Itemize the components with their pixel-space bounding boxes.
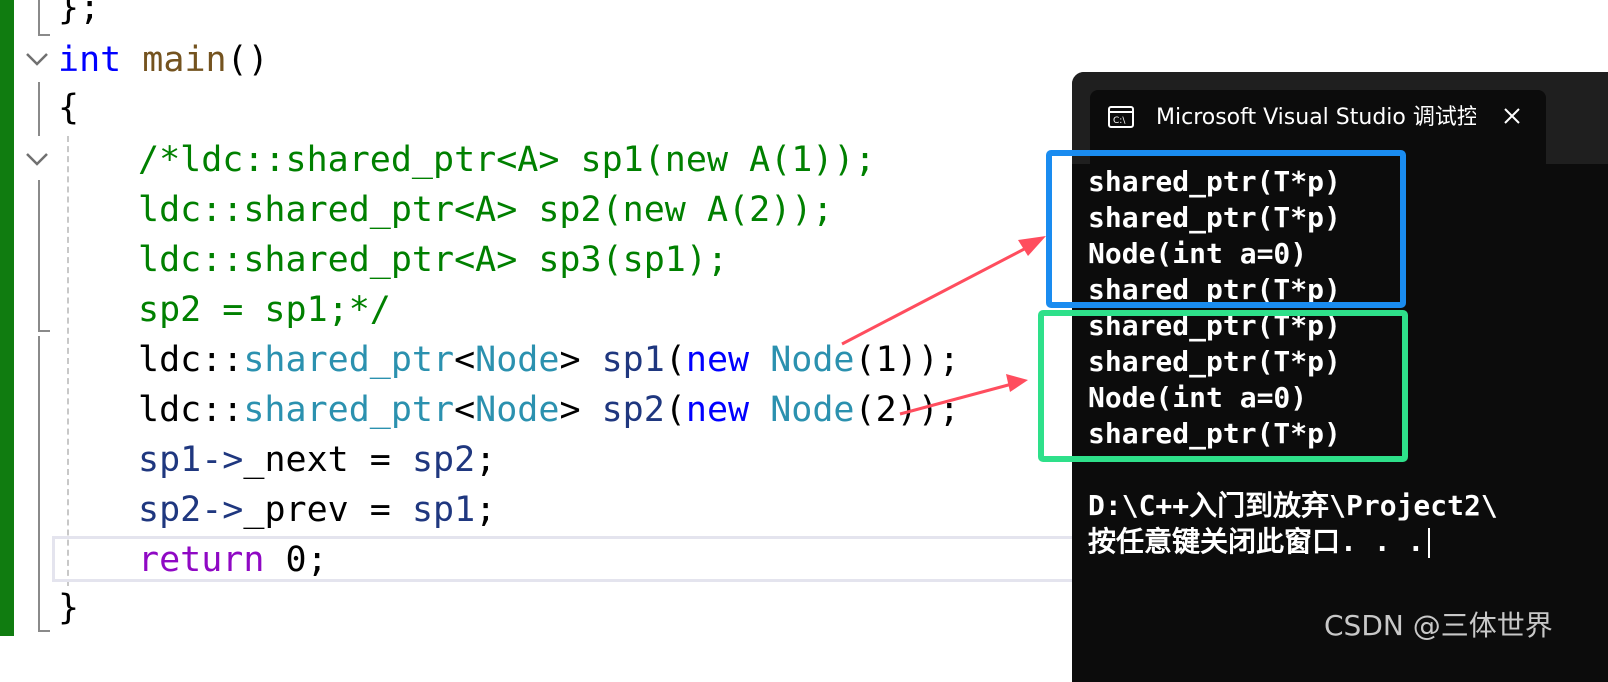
code-token: > bbox=[559, 390, 602, 430]
code-token: _prev bbox=[243, 490, 349, 530]
code-token: () bbox=[226, 40, 269, 80]
code-token: return bbox=[138, 540, 265, 580]
code-token: sp2 bbox=[138, 490, 202, 530]
code-token: 0; bbox=[264, 540, 328, 580]
code-token: (2)); bbox=[854, 390, 960, 430]
code-line-comment-line-1[interactable]: /*ldc::shared_ptr<A> sp1(new A(1)); bbox=[138, 138, 876, 182]
code-token: /*ldc::shared_ptr<A> sp1(new A(1)); bbox=[138, 140, 876, 180]
code-line-comment-line-2[interactable]: ldc::shared_ptr<A> sp2(new A(2)); bbox=[138, 188, 833, 232]
code-token: sp2 = sp1;*/ bbox=[138, 290, 391, 330]
scope-guide-end bbox=[38, 34, 50, 36]
code-line-main-open-brace[interactable]: { bbox=[58, 86, 79, 130]
code-line-main-signature[interactable]: int main() bbox=[58, 38, 269, 82]
code-line-main-close-brace[interactable]: } bbox=[58, 586, 79, 630]
code-token: { bbox=[58, 88, 80, 128]
scope-guide bbox=[38, 0, 40, 36]
scope-guide-end bbox=[38, 330, 50, 332]
code-token: ( bbox=[664, 390, 686, 430]
code-token: _next bbox=[243, 440, 349, 480]
code-token: sp1 bbox=[138, 440, 202, 480]
code-token: = bbox=[348, 490, 412, 530]
console-prompt-text: 按任意键关闭此窗口. . . bbox=[1088, 525, 1425, 558]
code-token: ldc:: bbox=[138, 340, 244, 380]
console-app-icon: C:\ bbox=[1108, 106, 1134, 128]
code-token: Node bbox=[770, 390, 855, 430]
fold-chevron-down-icon[interactable] bbox=[24, 48, 50, 70]
code-token: ( bbox=[664, 340, 686, 380]
code-line-comment-line-4[interactable]: sp2 = sp1;*/ bbox=[138, 288, 391, 332]
highlight-box-green bbox=[1038, 310, 1408, 462]
console-path-line: D:\C++入门到放弃\Project2\ bbox=[1088, 489, 1498, 522]
code-line-assign-prev[interactable]: sp2->_prev = sp1; bbox=[138, 488, 496, 532]
code-token: ; bbox=[475, 490, 497, 530]
code-token: -> bbox=[201, 490, 244, 530]
code-token: Node bbox=[475, 390, 560, 430]
code-token: }; bbox=[58, 0, 101, 28]
code-token: sp2 bbox=[601, 390, 665, 430]
code-token: < bbox=[454, 340, 476, 380]
scope-guide bbox=[38, 82, 40, 136]
code-token: ; bbox=[475, 440, 497, 480]
code-token: main bbox=[142, 40, 227, 80]
code-token: > bbox=[559, 340, 602, 380]
code-token: sp2 bbox=[411, 440, 476, 480]
code-token: < bbox=[454, 390, 476, 430]
console-prompt-line: 按任意键关闭此窗口. . . bbox=[1088, 524, 1431, 560]
code-line-decl-sp2[interactable]: ldc::shared_ptr<Node> sp2(new Node(2)); bbox=[138, 388, 960, 432]
code-line-close-brace-semicolon[interactable]: }; bbox=[58, 0, 100, 30]
indent-guide bbox=[67, 136, 69, 586]
text-cursor bbox=[1428, 528, 1431, 558]
scope-guide bbox=[38, 180, 40, 332]
scope-guide-end bbox=[38, 630, 50, 632]
code-token: ldc:: bbox=[138, 390, 244, 430]
code-token: shared_ptr bbox=[243, 340, 455, 380]
code-line-comment-line-3[interactable]: ldc::shared_ptr<A> sp3(sp1); bbox=[138, 238, 728, 282]
code-line-return-stmt[interactable]: return 0; bbox=[138, 538, 328, 582]
code-token: } bbox=[58, 588, 80, 628]
code-token: int bbox=[58, 40, 122, 80]
code-line-assign-next[interactable]: sp1->_next = sp2; bbox=[138, 438, 496, 482]
code-token: sp1 bbox=[601, 340, 665, 380]
console-title: Microsoft Visual Studio 调试控制台 bbox=[1156, 105, 1476, 130]
code-token: (1)); bbox=[854, 340, 960, 380]
change-tracking-bar bbox=[0, 0, 14, 636]
code-token: ldc::shared_ptr<A> sp2(new A(2)); bbox=[138, 190, 834, 230]
code-token: sp1 bbox=[411, 490, 476, 530]
code-token: -> bbox=[201, 440, 244, 480]
code-line-decl-sp1[interactable]: ldc::shared_ptr<Node> sp1(new Node(1)); bbox=[138, 338, 960, 382]
highlight-box-blue bbox=[1046, 150, 1406, 308]
scope-guide bbox=[38, 336, 40, 632]
code-token: new bbox=[685, 340, 750, 380]
close-icon[interactable] bbox=[1502, 106, 1522, 126]
code-token: Node bbox=[475, 340, 560, 380]
svg-text:C:\: C:\ bbox=[1113, 116, 1126, 126]
code-token: ldc::shared_ptr<A> sp3(sp1); bbox=[138, 240, 729, 280]
code-token: Node bbox=[770, 340, 855, 380]
code-token: new bbox=[685, 390, 750, 430]
code-token: shared_ptr bbox=[243, 390, 455, 430]
fold-chevron-down-icon[interactable] bbox=[24, 148, 50, 170]
watermark: CSDN @三体世界 bbox=[1324, 609, 1553, 642]
code-token: = bbox=[348, 440, 412, 480]
